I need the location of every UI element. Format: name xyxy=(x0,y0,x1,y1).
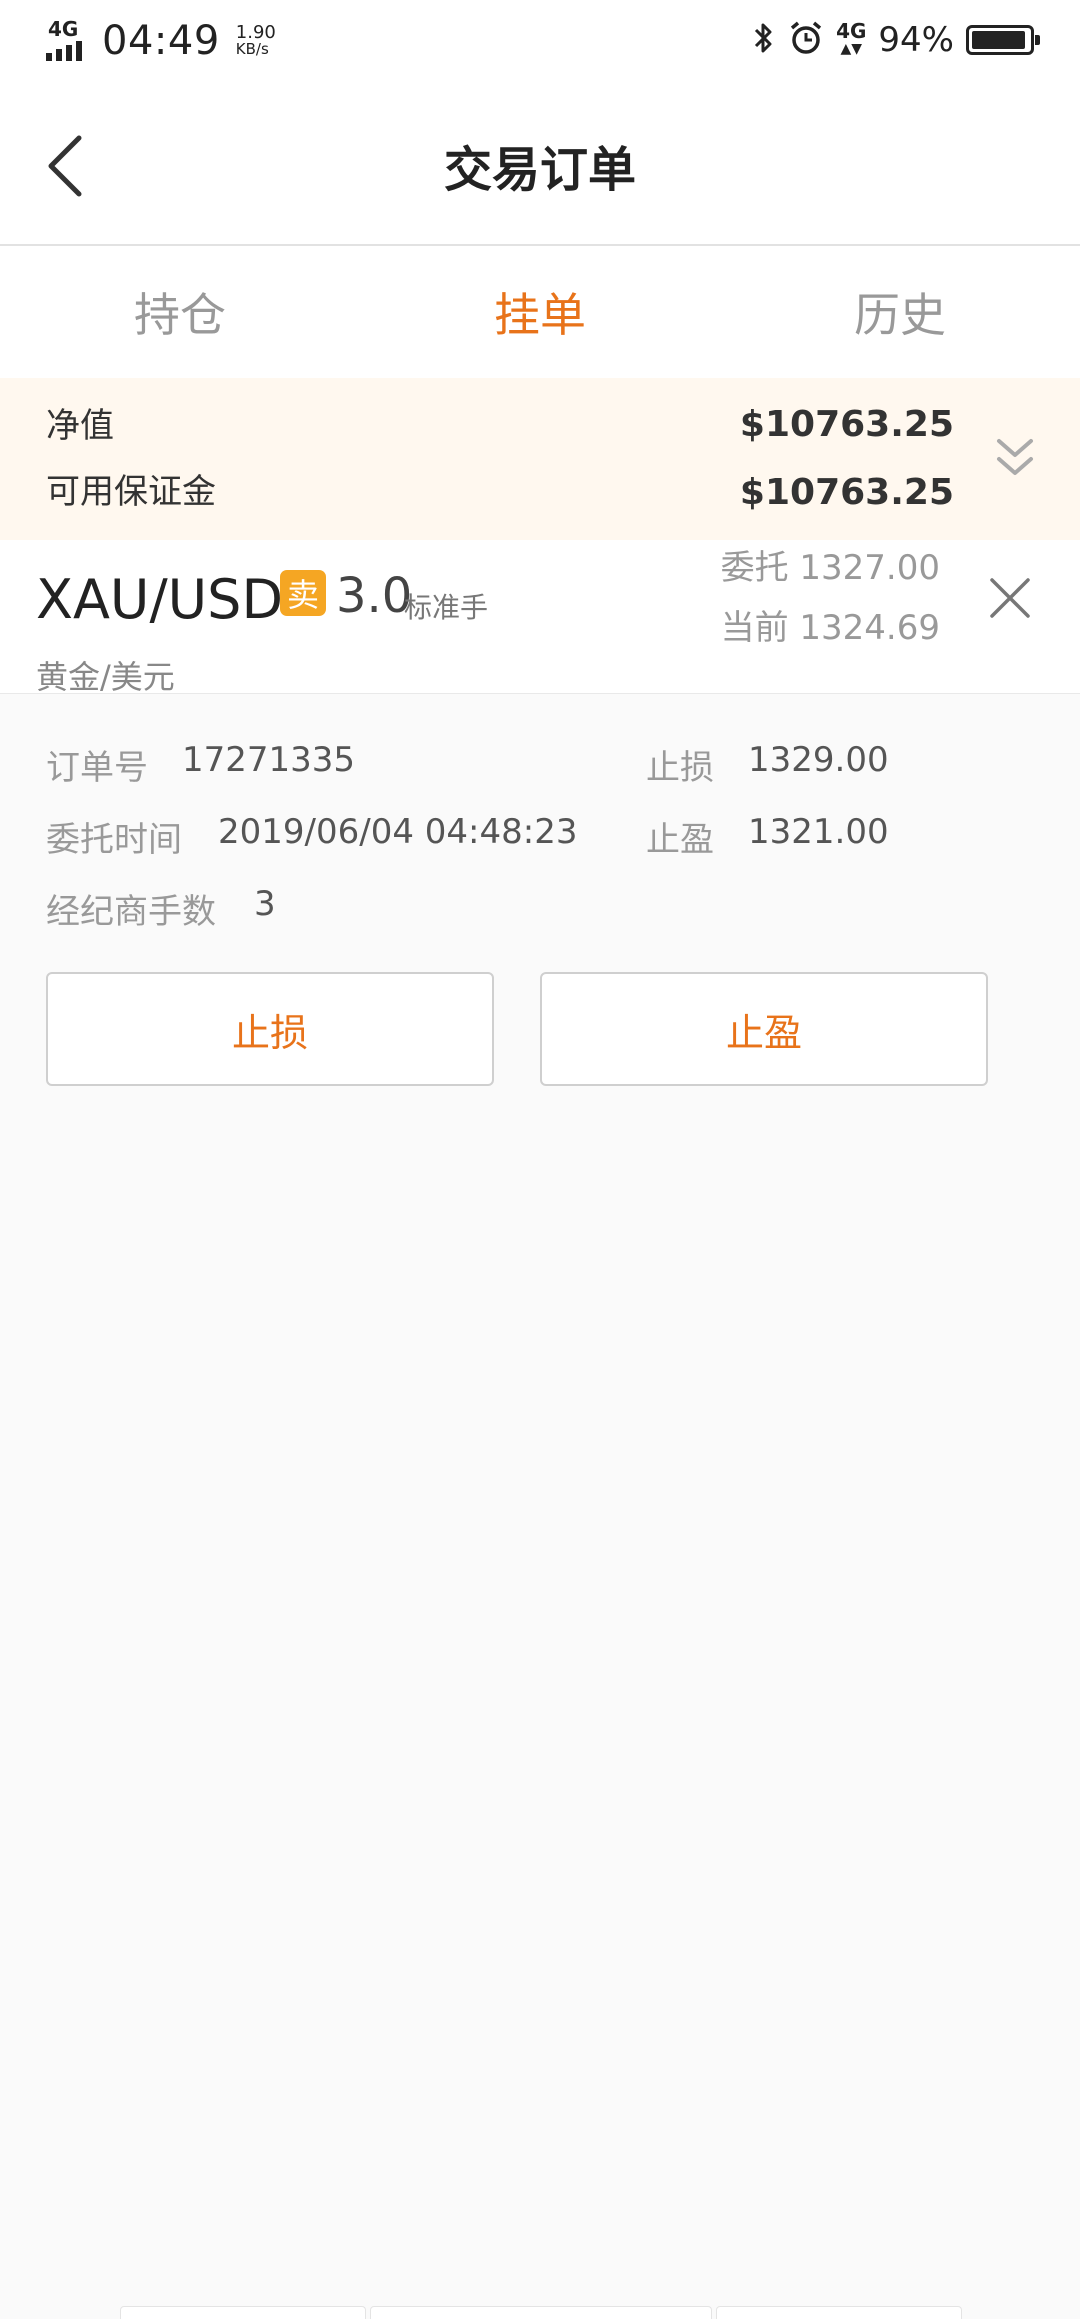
take-profit-button[interactable]: 止盈 xyxy=(540,972,988,1086)
stop-loss-button[interactable]: 止损 xyxy=(46,972,494,1086)
take-profit-label: 止盈 xyxy=(646,820,714,860)
order-lots: 3.0 xyxy=(336,568,413,624)
margin-value: $10763.25 xyxy=(739,472,954,513)
take-profit-value: 1321.00 xyxy=(748,812,889,852)
order-card[interactable]: XAU/USD 卖 3.0 标准手 黄金/美元 委托 1327.00 当前 13… xyxy=(0,540,1080,696)
status-right: 4G ▲▼ 94% xyxy=(752,20,1040,60)
entrust-time-label: 委托时间 xyxy=(46,820,182,860)
entrust-time-value: 2019/06/04 04:48:23 xyxy=(218,812,578,852)
net-value-label: 净值 xyxy=(46,406,114,446)
stop-loss-label: 止损 xyxy=(646,748,714,788)
nav-bar: 交易订单 xyxy=(0,86,1080,246)
alarm-icon xyxy=(788,20,824,60)
order-no-label: 订单号 xyxy=(46,748,148,788)
bluetooth-icon xyxy=(752,21,776,59)
status-bar: 4G 04:49 1.90 KB/s 4G ▲▼ 94% xyxy=(0,0,1080,86)
page-title: 交易订单 xyxy=(443,142,636,198)
stop-loss-value: 1329.00 xyxy=(748,740,889,780)
double-chevron-down-icon xyxy=(997,439,1033,475)
network-speed-unit: KB/s xyxy=(235,40,269,58)
bottom-tab-edge xyxy=(370,2306,712,2319)
bottom-tab-edge xyxy=(716,2306,962,2319)
order-no-value: 17271335 xyxy=(182,740,356,780)
order-symbol: XAU/USD xyxy=(36,568,284,631)
net-value: $10763.25 xyxy=(739,404,954,445)
broker-lots-label: 经纪商手数 xyxy=(46,892,216,932)
entrust-price: 委托 1327.00 xyxy=(720,548,940,588)
tab-pending-orders[interactable]: 挂单 xyxy=(360,246,720,378)
status-left: 4G 04:49 1.90 KB/s xyxy=(46,18,276,64)
status-time: 04:49 xyxy=(102,18,220,64)
signal-icon: 4G xyxy=(46,19,90,63)
current-price: 当前 1324.69 xyxy=(720,608,940,648)
tab-positions[interactable]: 持仓 xyxy=(0,246,360,378)
tab-history[interactable]: 历史 xyxy=(720,246,1080,378)
cancel-order-button[interactable] xyxy=(970,558,1050,638)
battery-percent: 94% xyxy=(878,20,954,60)
network-4g-icon: 4G ▲▼ xyxy=(836,21,866,58)
margin-label: 可用保证金 xyxy=(46,472,216,512)
close-icon xyxy=(990,578,1030,618)
data-arrows-icon: ▲▼ xyxy=(840,41,863,57)
network-type: 4G xyxy=(48,17,79,41)
collapse-summary-button[interactable] xyxy=(990,434,1040,484)
lot-unit: 标准手 xyxy=(404,591,489,624)
symbol-name: 黄金/美元 xyxy=(36,658,175,696)
broker-lots-value: 3 xyxy=(254,884,276,924)
battery-icon xyxy=(966,25,1040,55)
account-summary: 净值 $10763.25 可用保证金 $10763.25 xyxy=(0,378,1080,540)
order-tabs: 持仓 挂单 历史 xyxy=(0,246,1080,378)
sell-badge: 卖 xyxy=(280,570,326,616)
battery-level xyxy=(972,31,1025,49)
bottom-tab-edge xyxy=(120,2306,366,2319)
network-speed: 1.90 KB/s xyxy=(236,24,276,58)
network-speed-value: 1.90 xyxy=(235,22,276,43)
